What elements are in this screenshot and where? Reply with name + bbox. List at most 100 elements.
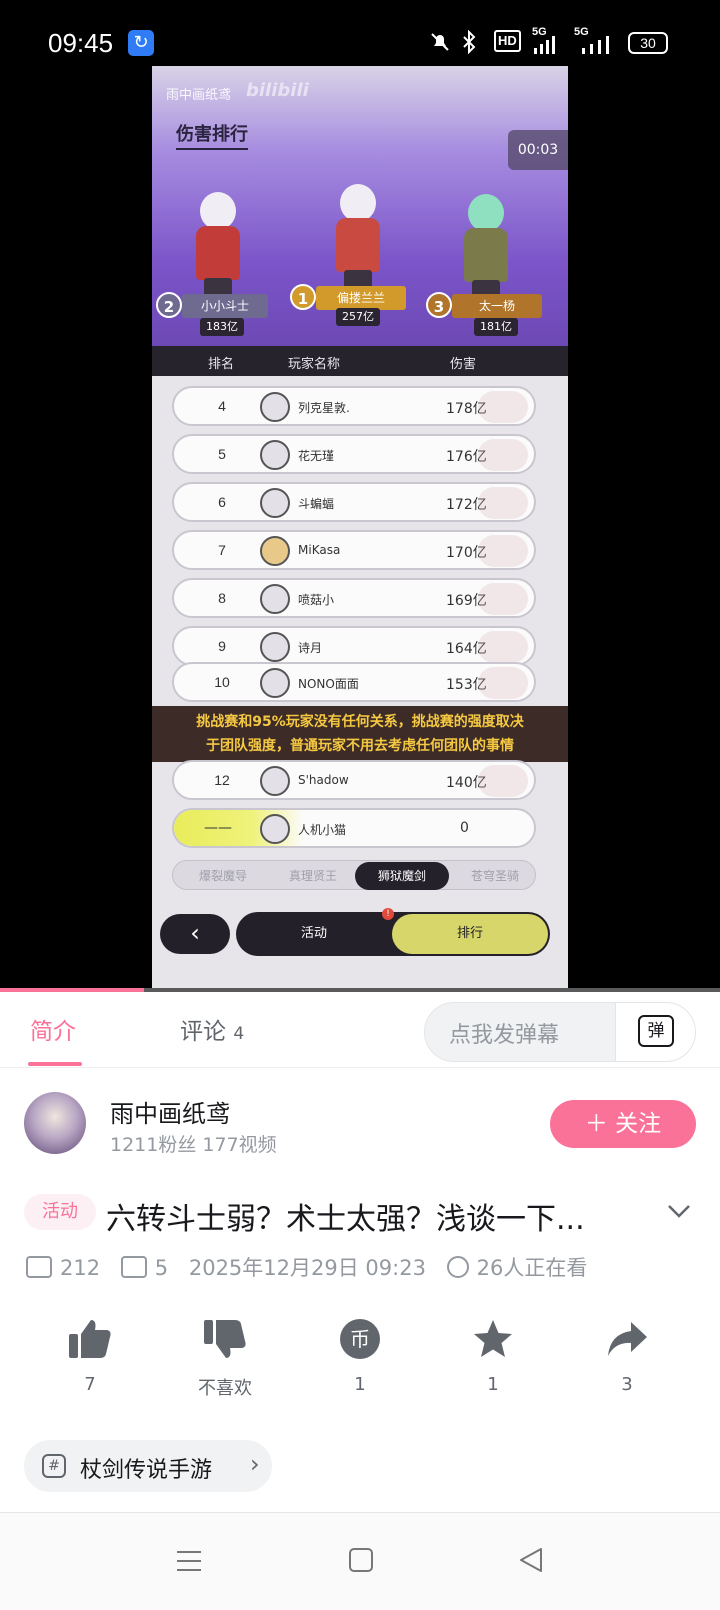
class-tab-active[interactable]: 狮狱魔剑 bbox=[355, 862, 449, 890]
row-rank: 10 bbox=[214, 674, 230, 690]
row-rank: 9 bbox=[218, 638, 226, 654]
character-rank1 bbox=[328, 184, 388, 294]
my-damage: 0 bbox=[460, 820, 469, 836]
row-name: 喷菇小 bbox=[298, 593, 335, 607]
class-tab[interactable]: 真理贤王 bbox=[289, 867, 337, 884]
character-rank2 bbox=[188, 192, 248, 302]
hd-icon: HD bbox=[494, 30, 521, 52]
subtitle-overlay: 挑战赛和95%玩家没有任何关系，挑战赛的强度取决 于团队强度，普通玩家不用去考虑… bbox=[152, 706, 568, 762]
chevron-right-icon: › bbox=[250, 1450, 260, 1478]
view-count: 212 bbox=[60, 1256, 101, 1280]
row-rank: 7 bbox=[218, 542, 226, 558]
danmaku-count: 5 bbox=[154, 1256, 169, 1280]
dislike-label: 不喜欢 bbox=[198, 1378, 252, 1399]
my-rank-row: —— 人机小猫 0 bbox=[172, 808, 536, 848]
signal-icon-2 bbox=[582, 36, 609, 54]
activity-tag[interactable]: 活动 bbox=[24, 1194, 96, 1230]
row-emblem-icon bbox=[478, 439, 528, 471]
topic-tag[interactable]: # 杖剑传说手游 › bbox=[24, 1440, 272, 1492]
status-time: 09:45 bbox=[48, 28, 114, 58]
danmaku-icon: 弹 bbox=[638, 1015, 674, 1047]
my-avatar bbox=[260, 814, 290, 844]
game-screen: 雨中画纸鸢 bilibili 伤害排行 00:03 2 小小斗士 183亿 1 … bbox=[152, 66, 568, 992]
class-tab[interactable]: 苍穹圣骑 bbox=[471, 867, 519, 884]
table-row: 5 花无瑾 176亿 bbox=[172, 434, 536, 474]
row-rank: 5 bbox=[218, 446, 226, 462]
favorite-button[interactable]: 1 bbox=[443, 1318, 543, 1395]
signal-icon bbox=[534, 36, 555, 54]
game-back-button[interactable]: ‹ bbox=[160, 914, 230, 954]
character-rank3 bbox=[456, 194, 516, 304]
favorite-count: 1 bbox=[487, 1374, 499, 1395]
menu-icon[interactable] bbox=[176, 1549, 202, 1573]
class-tab[interactable]: 爆裂魔导 bbox=[199, 867, 247, 884]
thumbs-down-icon bbox=[204, 1320, 246, 1358]
player-avatar bbox=[260, 536, 290, 566]
share-icon bbox=[608, 1322, 647, 1356]
row-emblem-icon bbox=[478, 631, 528, 663]
coin-button[interactable]: 币 1 bbox=[310, 1318, 410, 1395]
player-avatar bbox=[260, 632, 290, 662]
ranking-title: 伤害排行 bbox=[176, 120, 248, 150]
dislike-button[interactable]: 不喜欢 bbox=[175, 1318, 275, 1400]
star-icon bbox=[474, 1320, 512, 1357]
row-rank: 4 bbox=[218, 398, 226, 414]
uploader-avatar[interactable] bbox=[24, 1092, 86, 1154]
game-bottom-tabs: 活动 ! 排行 bbox=[236, 908, 550, 956]
detail-tabs: 简介 评论 4 点我发弹幕 弹 bbox=[0, 992, 720, 1068]
rank3-score: 181亿 bbox=[474, 318, 518, 336]
player-avatar bbox=[260, 440, 290, 470]
rank1-name: 偏搂兰兰 bbox=[316, 286, 406, 310]
battery-icon: 30 bbox=[628, 32, 668, 54]
rank2-name: 小小斗士 bbox=[182, 294, 268, 318]
row-emblem-icon bbox=[478, 391, 528, 423]
video-meta: 212 5 2025年12月29日 09:23 26人正在看 bbox=[26, 1252, 601, 1282]
play-count-icon bbox=[26, 1256, 52, 1278]
home-icon[interactable] bbox=[348, 1547, 374, 1573]
video-player[interactable]: 09:45 ↻ HD 5G 5G 30 雨中画纸鸢 bilibili 伤害排行 … bbox=[0, 0, 720, 992]
coin-count: 1 bbox=[354, 1374, 366, 1395]
danmaku-count-icon bbox=[120, 1256, 147, 1278]
like-button[interactable]: 7 bbox=[40, 1318, 140, 1395]
row-rank: 8 bbox=[218, 590, 226, 606]
row-name: 列克星敦. bbox=[298, 401, 350, 415]
notice-dot: ! bbox=[382, 908, 394, 920]
tab-comments-label: 评论 bbox=[180, 1019, 226, 1045]
back-icon[interactable] bbox=[518, 1547, 544, 1573]
follow-button[interactable]: ＋ 关注 bbox=[550, 1100, 696, 1148]
tab-intro[interactable]: 简介 bbox=[30, 1012, 76, 1046]
col-rank: 排名 bbox=[208, 357, 235, 372]
table-row: 6 斗蝙蝠 172亿 bbox=[172, 482, 536, 522]
row-emblem-icon bbox=[478, 535, 528, 567]
table-row: 7 MiKasa 170亿 bbox=[172, 530, 536, 570]
uploader-stats: 1211粉丝 177视频 bbox=[110, 1134, 277, 1156]
coin-icon: 币 bbox=[340, 1319, 380, 1359]
tab-activity[interactable]: 活动 bbox=[236, 912, 392, 956]
table-header: 排名 玩家名称 伤害 bbox=[152, 346, 568, 376]
row-rank: 6 bbox=[218, 494, 226, 510]
tab-ranking[interactable]: 排行 bbox=[392, 914, 548, 954]
row-name: S'hadow bbox=[298, 773, 349, 787]
class-tabs: 爆裂魔导 真理贤王 狮狱魔剑 苍穹圣骑 bbox=[172, 860, 536, 890]
share-button[interactable]: 3 bbox=[577, 1318, 677, 1395]
chevron-down-icon[interactable] bbox=[666, 1198, 692, 1224]
table-row: 9 诗月 164亿 bbox=[172, 626, 536, 666]
system-nav-bar bbox=[0, 1513, 720, 1610]
podium-banner: 雨中画纸鸢 bilibili 伤害排行 00:03 2 小小斗士 183亿 1 … bbox=[152, 66, 568, 346]
tab-indicator bbox=[28, 1062, 82, 1066]
viewers-icon bbox=[446, 1256, 469, 1278]
row-name: 花无瑾 bbox=[298, 449, 335, 463]
table-row: 10 NONO面面 153亿 bbox=[172, 662, 536, 702]
comments-count: 4 bbox=[233, 1024, 245, 1044]
row-emblem-icon bbox=[478, 583, 528, 615]
video-timer: 00:03 bbox=[508, 130, 568, 170]
row-name: NONO面面 bbox=[298, 677, 359, 691]
danmaku-toggle-button[interactable]: 弹 bbox=[615, 1003, 695, 1061]
subtitle-line-2: 于团队强度，普通玩家不用去考虑任何团队的事情 bbox=[206, 738, 514, 754]
danmaku-input[interactable]: 点我发弹幕 bbox=[449, 1017, 559, 1049]
tab-comments[interactable]: 评论 4 bbox=[180, 1012, 244, 1046]
danmaku-input-box[interactable]: 点我发弹幕 弹 bbox=[424, 1002, 696, 1062]
table-row: 12 S'hadow 140亿 bbox=[172, 760, 536, 800]
uploader-name[interactable]: 雨中画纸鸢 bbox=[110, 1094, 230, 1129]
watching-count: 26人正在看 bbox=[476, 1256, 588, 1280]
